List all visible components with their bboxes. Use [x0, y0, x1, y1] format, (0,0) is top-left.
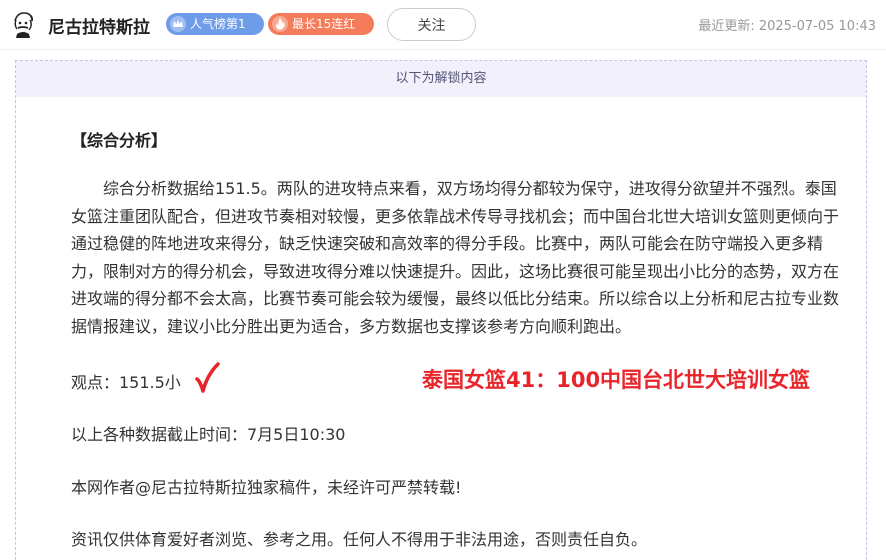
rank-badge: 人气榜第1: [166, 13, 264, 35]
avatar[interactable]: [8, 9, 38, 39]
streak-badge: 最长15连红: [268, 13, 374, 35]
crown-icon: [170, 16, 186, 32]
section-title: 【综合分析】: [71, 131, 168, 150]
flame-icon: [272, 16, 288, 32]
copyright-notice: 本网作者@尼古拉特斯拉独家稿件，未经许可严禁转载!: [71, 478, 462, 497]
update-time: 最近更新: 2025-07-05 10:43: [698, 15, 876, 34]
final-score-overlay: 泰国女篮41：100中国台北世大培训女篮: [422, 368, 811, 392]
checkmark-icon: [195, 362, 220, 393]
update-label: 最近更新:: [698, 19, 755, 34]
author-header: 尼古拉特斯拉 人气榜第1 最长15连红 关注 最近更新: 2025-07-05 …: [0, 0, 886, 50]
viewpoint-text: 观点：151.5小: [71, 373, 181, 392]
follow-button[interactable]: 关注: [387, 8, 476, 41]
analysis-paragraph: 综合分析数据给151.5。两队的进攻特点来看，双方场均得分都较为保守，进攻得分欲…: [71, 179, 840, 336]
streak-badge-label: 最长15连红: [292, 17, 356, 31]
data-cutoff-text: 以上各种数据截止时间：7月5日10:30: [71, 425, 346, 444]
rank-badge-label: 人气榜第1: [190, 17, 246, 31]
author-name[interactable]: 尼古拉特斯拉: [48, 13, 150, 38]
update-timestamp: 2025-07-05 10:43: [758, 19, 876, 34]
disclaimer-text: 资讯仅供体育爱好者浏览、参考之用。任何人不得用于非法用途，否则责任自负。: [71, 530, 648, 549]
article-content: 以下为解锁内容 【综合分析】 综合分析数据给151.5。两队的进攻特点来看，双方…: [15, 60, 867, 560]
unlock-notice: 以下为解锁内容: [16, 61, 866, 97]
